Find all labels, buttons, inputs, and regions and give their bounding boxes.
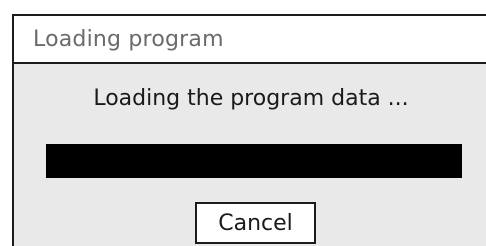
progress-bar-fill [46,144,462,178]
loading-dialog: Loading program Loading the program data… [12,14,486,246]
loading-message: Loading the program data ... [93,86,409,111]
progress-bar [46,144,462,178]
cancel-button[interactable]: Cancel [195,202,316,244]
dialog-titlebar: Loading program [14,16,486,64]
dialog-title: Loading program [33,26,224,52]
